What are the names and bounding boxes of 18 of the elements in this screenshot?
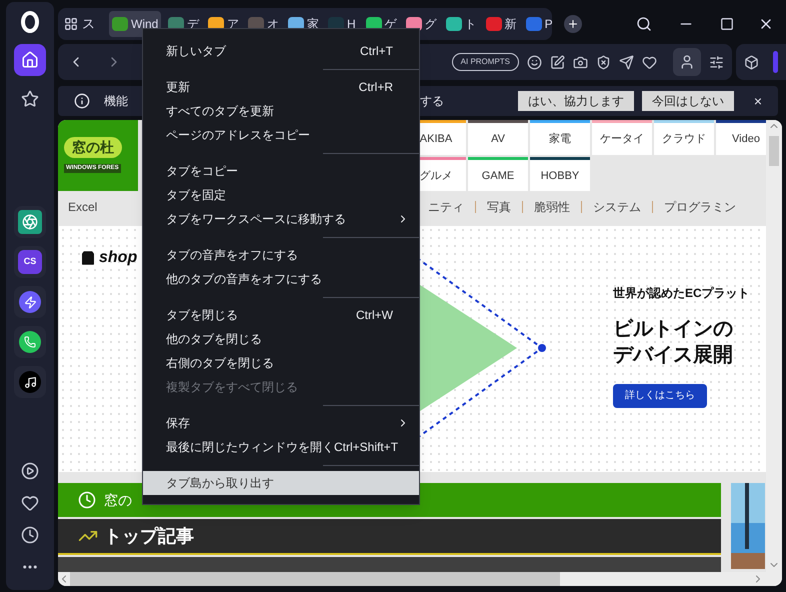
section-title: トップ記事 bbox=[104, 524, 194, 548]
tab-label: ト bbox=[464, 16, 477, 33]
tab-label: P bbox=[544, 16, 552, 33]
tab-label: グ bbox=[424, 16, 437, 33]
tab-label: H bbox=[347, 16, 356, 33]
info-text: 機能 bbox=[104, 93, 129, 110]
ad-brand: shop bbox=[99, 248, 138, 268]
update-text: 窓の bbox=[104, 490, 132, 510]
tab-label: Wind bbox=[131, 16, 158, 33]
ad-tagline: 世界が認めたECプラット bbox=[613, 284, 750, 302]
info-text: する bbox=[420, 93, 444, 110]
shortcut-label: Ctrl+T bbox=[360, 43, 393, 60]
tab-label: 新 bbox=[504, 16, 517, 33]
shortcut-label: Ctrl+Shift+T bbox=[334, 439, 398, 456]
ad-headline: ビルトインの bbox=[613, 316, 733, 342]
ad-headline: デバイス展開 bbox=[613, 342, 733, 368]
shortcut-label: Ctrl+R bbox=[358, 79, 393, 96]
shortcut-label: Ctrl+W bbox=[356, 307, 393, 324]
